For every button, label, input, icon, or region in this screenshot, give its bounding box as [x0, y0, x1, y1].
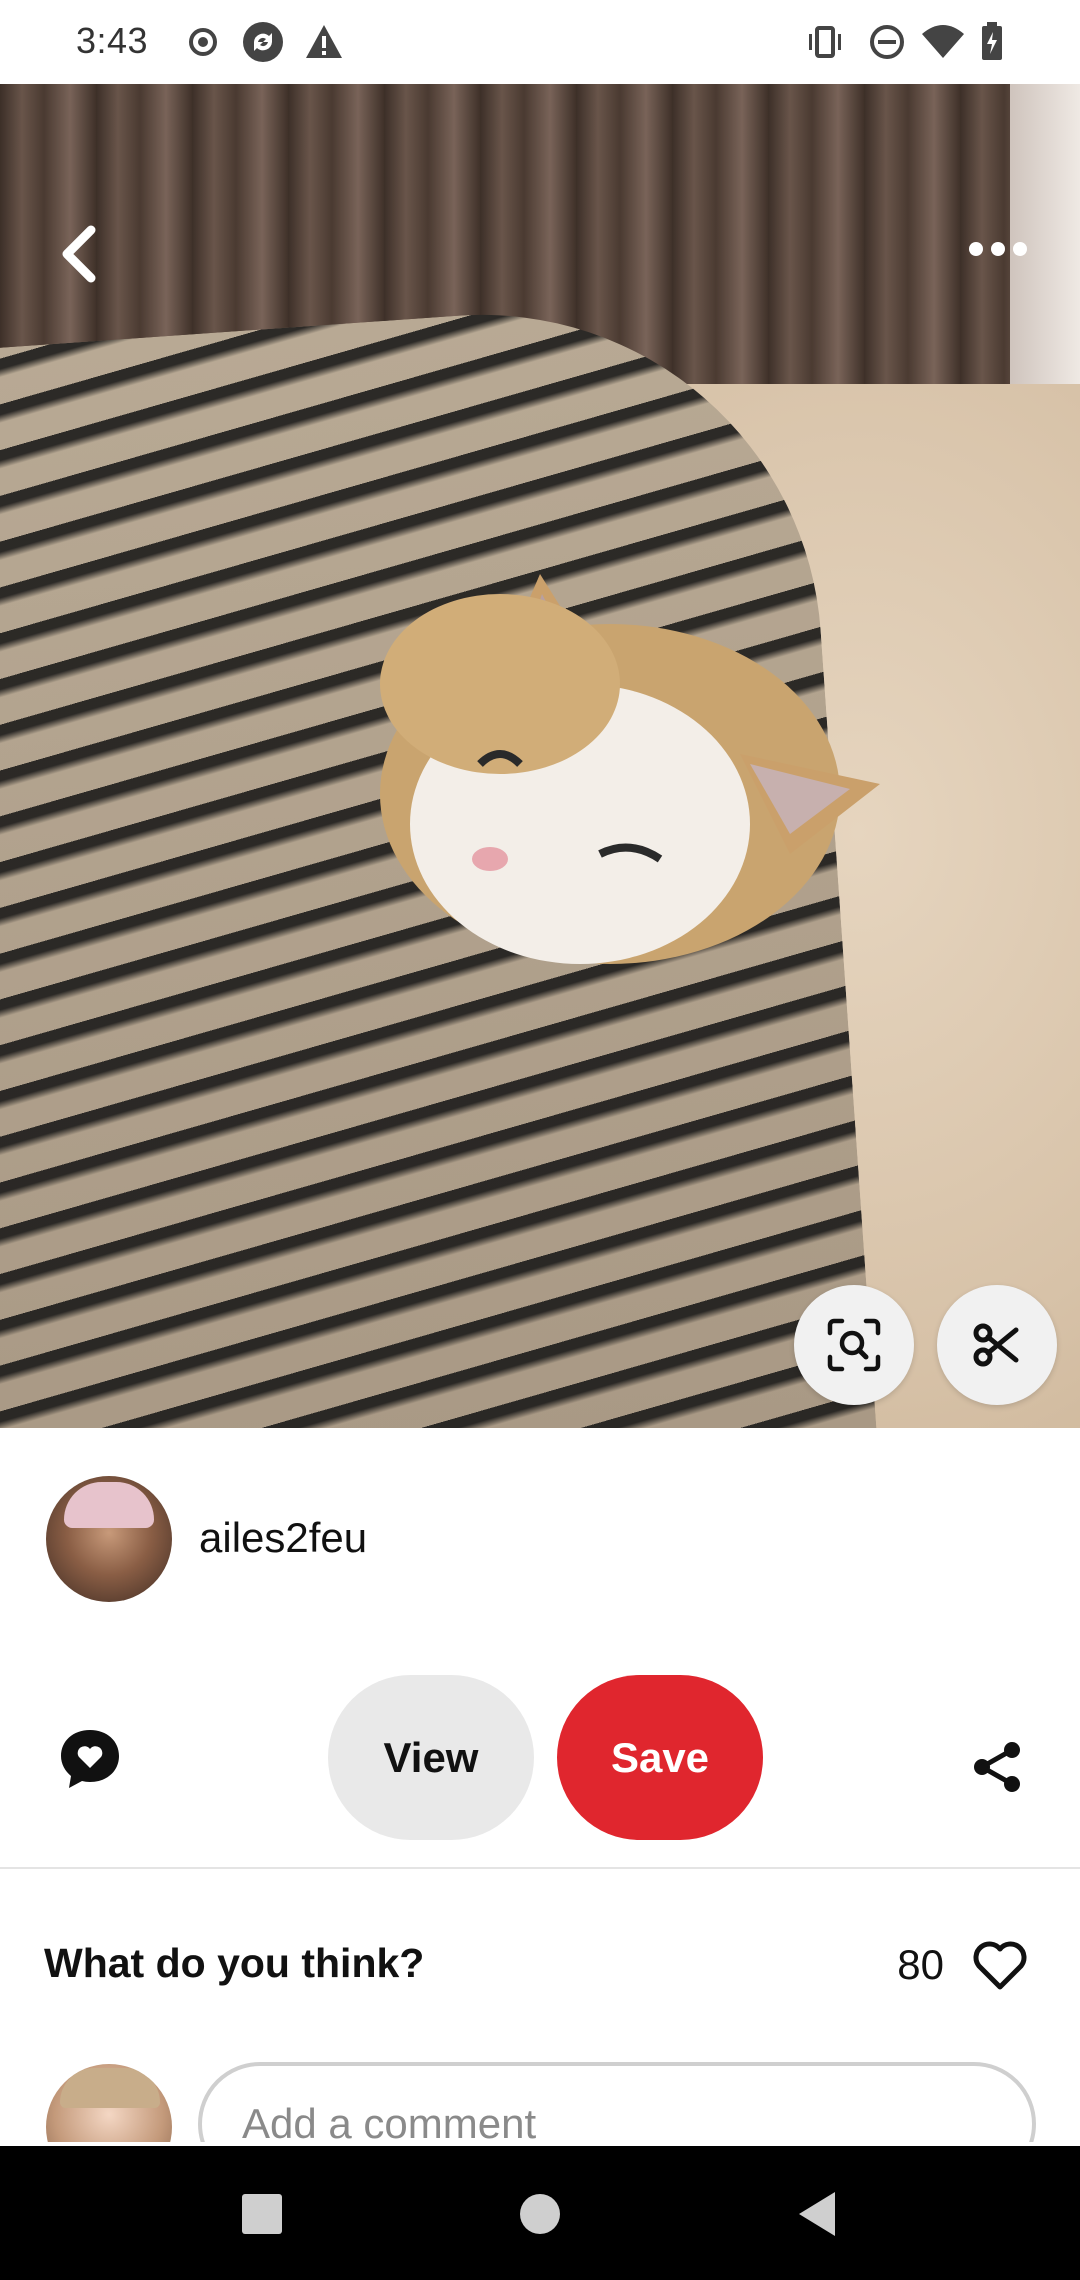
comment-input[interactable]: [198, 2062, 1036, 2142]
chat-heart-icon: [61, 1730, 119, 1788]
reaction-count: 80: [897, 1941, 944, 1988]
author-name[interactable]: ailes2feu: [199, 1514, 367, 1562]
back-button[interactable]: [40, 214, 120, 294]
vibrate-icon: [805, 22, 845, 62]
scissors-icon: [973, 1323, 1019, 1367]
battery-charging-icon: [980, 22, 1004, 62]
share-button[interactable]: [955, 1725, 1039, 1809]
wifi-icon: [920, 22, 966, 62]
divider: [0, 1867, 1080, 1869]
recents-button[interactable]: [230, 2182, 294, 2246]
save-button[interactable]: Save: [557, 1675, 763, 1840]
share-icon: [974, 1742, 1020, 1792]
author-row[interactable]: ailes2feu: [0, 1470, 1080, 1610]
visual-search-button[interactable]: [794, 1285, 914, 1405]
record-icon: [183, 22, 223, 62]
author-avatar[interactable]: [46, 1476, 172, 1602]
more-options-button[interactable]: [950, 214, 1046, 284]
cat-photo: [380, 574, 880, 964]
do-not-disturb-icon: [867, 22, 907, 62]
home-circle-icon: [520, 2194, 560, 2234]
navigation-bar: [0, 2146, 1080, 2280]
more-horizontal-icon: [969, 242, 1027, 256]
lens-search-icon: [827, 1318, 881, 1372]
sync-icon: [240, 19, 286, 65]
comments-button[interactable]: [48, 1717, 132, 1801]
heart-outline-icon: [973, 1941, 1027, 1990]
back-triangle-icon: [799, 2192, 835, 2236]
comments-header: What do you think?: [44, 1940, 425, 1986]
pin-image[interactable]: [0, 84, 1080, 1428]
back-nav-button[interactable]: [785, 2182, 849, 2246]
reactions: 80: [897, 1935, 1030, 1995]
action-row: View Save: [0, 1675, 1080, 1845]
chevron-left-icon: [62, 225, 96, 283]
view-button[interactable]: View: [328, 1675, 534, 1840]
status-time: 3:43: [76, 20, 149, 61]
home-button[interactable]: [508, 2182, 572, 2246]
alert-icon: [304, 22, 344, 62]
user-avatar: [46, 2064, 172, 2142]
recents-square-icon: [242, 2194, 282, 2234]
status-bar: 3:43: [0, 0, 1080, 84]
comment-row: [0, 2062, 1080, 2142]
react-button[interactable]: [970, 1935, 1030, 1995]
cutout-button[interactable]: [937, 1285, 1057, 1405]
